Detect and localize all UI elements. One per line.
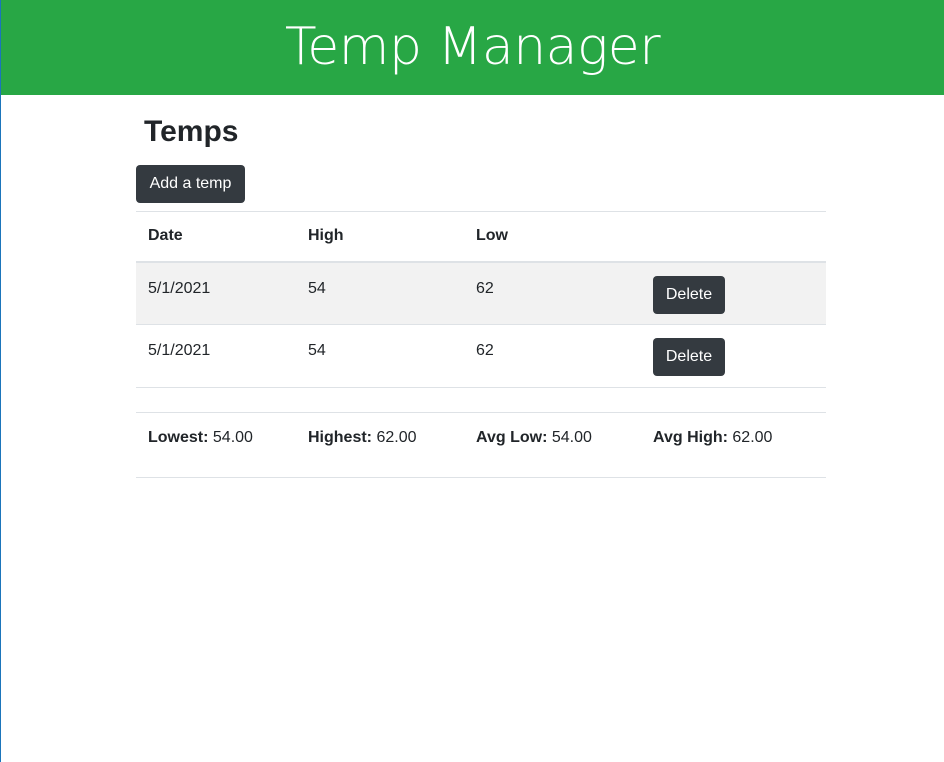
table-header-row: Date High Low [136, 211, 826, 262]
cell-low: 62 [476, 279, 494, 297]
summary-lowest-label: Lowest: [148, 429, 209, 446]
app-header: Temp Manager [1, 0, 944, 95]
summary-row: Lowest: 54.00 Highest: 62.00 Avg Low: 54… [136, 412, 826, 478]
summary-highest-value: 62.00 [376, 429, 417, 446]
app-title: Temp Manager [284, 17, 661, 77]
cell-action: Delete [641, 262, 826, 325]
main-content: Temps Add a temp Date High Low 5/1/2021 … [136, 95, 826, 478]
cell-low: 62 [476, 342, 494, 359]
cell-action: Delete [641, 325, 826, 388]
column-header-actions [641, 212, 826, 262]
summary-avg-low-label: Avg Low: [476, 429, 548, 446]
summary-table: Lowest: 54.00 Highest: 62.00 Avg Low: 54… [136, 412, 826, 478]
delete-button[interactable]: Delete [653, 338, 725, 376]
summary-avg-low: Avg Low: 54.00 [464, 413, 641, 478]
summary-avg-high-value: 62.00 [732, 429, 773, 446]
summary-lowest-value: 54.00 [212, 429, 253, 446]
summary-avg-low-value: 54.00 [551, 429, 592, 446]
summary-avg-high-label: Avg High: [653, 429, 728, 446]
delete-button[interactable]: Delete [653, 275, 725, 314]
summary-lowest: Lowest: 54.00 [136, 413, 296, 478]
cell-date: 5/1/2021 [148, 342, 211, 359]
column-header-high: High [308, 227, 344, 245]
summary-highest-label: Highest: [308, 429, 372, 446]
table-row: 5/1/2021 54 62 Delete [136, 325, 826, 388]
cell-date: 5/1/2021 [148, 279, 211, 297]
cell-high: 54 [308, 342, 326, 359]
temps-table: Date High Low 5/1/2021 54 62 Delete 5/1/… [136, 211, 826, 388]
page-title: Temps [144, 115, 239, 148]
summary-avg-high: Avg High: 62.00 [641, 413, 826, 478]
column-header-low: Low [476, 227, 508, 245]
summary-highest: Highest: 62.00 [296, 413, 464, 478]
add-temp-button[interactable]: Add a temp [136, 165, 245, 203]
table-row: 5/1/2021 54 62 Delete [136, 261, 826, 325]
cell-high: 54 [308, 279, 326, 297]
column-header-date: Date [148, 227, 183, 245]
